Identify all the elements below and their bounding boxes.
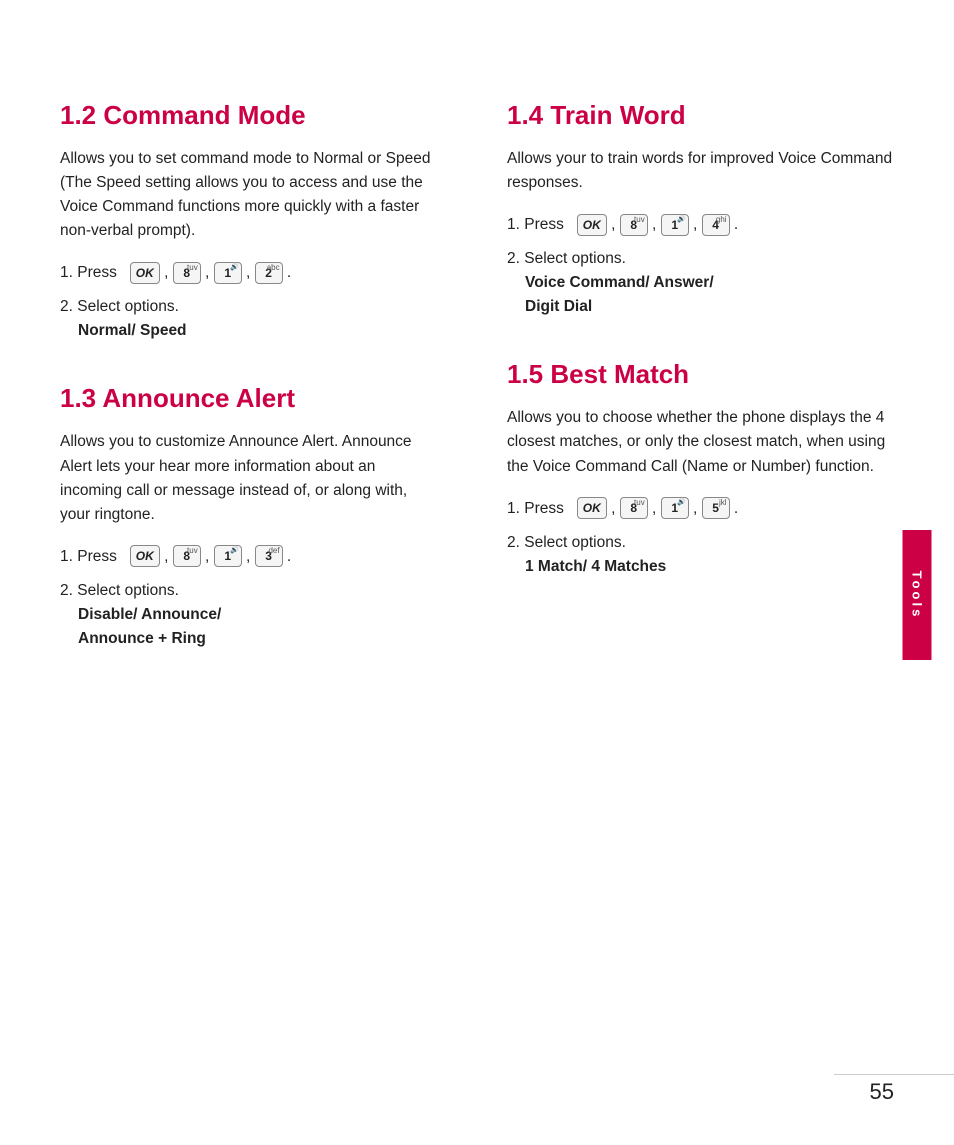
key-ok-12: OK [130,262,160,284]
section-1-4-step2: 2. Select options. Voice Command/ Answer… [507,247,894,319]
key-5-15: 5jkl [702,497,730,519]
section-1-3-step1: 1. Press OK , 8tuv , 1🔊 , 3def . [60,545,437,569]
section-1-5: 1.5 Best Match Allows you to choose whet… [507,359,894,578]
section-1-2-step2: 2. Select options. Normal/ Speed [60,295,437,343]
key-1-13: 1🔊 [214,545,242,567]
bottom-divider [834,1074,954,1076]
key-8-13: 8tuv [173,545,201,567]
section-1-2: 1.2 Command Mode Allows you to set comma… [60,100,437,343]
key-1-14: 1🔊 [661,214,689,236]
section-1-4-title: 1.4 Train Word [507,100,894,131]
section-1-4: 1.4 Train Word Allows your to train word… [507,100,894,319]
page: 1.2 Command Mode Allows you to set comma… [0,0,954,1145]
side-tab: Tools [903,530,932,660]
section-1-2-option: Normal/ Speed [78,319,437,343]
section-1-3-title: 1.3 Announce Alert [60,383,437,414]
step1-text-14: 1. Press [507,216,564,233]
content-grid: 1.2 Command Mode Allows you to set comma… [60,100,894,661]
section-1-4-option: Voice Command/ Answer/Digit Dial [525,271,894,319]
key-1-12: 1🔊 [214,262,242,284]
right-column: 1.4 Train Word Allows your to train word… [497,100,894,661]
section-1-5-title: 1.5 Best Match [507,359,894,390]
section-1-4-body: Allows your to train words for improved … [507,147,894,195]
page-number: 55 [870,1079,894,1105]
step1-text-15: 1. Press [507,500,564,517]
section-1-3: 1.3 Announce Alert Allows you to customi… [60,383,437,650]
key-ok-14: OK [577,214,607,236]
key-1-15: 1🔊 [661,497,689,519]
key-4-14: 4ghi [702,214,730,236]
section-1-3-step2: 2. Select options. Disable/ Announce/Ann… [60,579,437,651]
step1-text: 1. Press [60,264,117,281]
key-8-14: 8tuv [620,214,648,236]
section-1-4-step1: 1. Press OK , 8tuv , 1🔊 , 4ghi . [507,213,894,237]
section-1-3-option: Disable/ Announce/Announce + Ring [78,603,437,651]
section-1-3-body: Allows you to customize Announce Alert. … [60,430,437,526]
key-3-13: 3def [255,545,283,567]
section-1-5-step1: 1. Press OK , 8tuv , 1🔊 , 5jkl . [507,497,894,521]
key-2-12: 2abc [255,262,283,284]
section-1-2-body: Allows you to set command mode to Normal… [60,147,437,243]
key-ok-15: OK [577,497,607,519]
key-8-12: 8tuv [173,262,201,284]
section-1-2-step1: 1. Press OK , 8tuv , 1🔊 , 2abc . [60,261,437,285]
key-ok-13: OK [130,545,160,567]
section-1-2-title: 1.2 Command Mode [60,100,437,131]
section-1-5-step2: 2. Select options. 1 Match/ 4 Matches [507,531,894,579]
step1-text-13: 1. Press [60,548,117,565]
left-column: 1.2 Command Mode Allows you to set comma… [60,100,457,661]
key-8-15: 8tuv [620,497,648,519]
section-1-5-option: 1 Match/ 4 Matches [525,555,894,579]
section-1-5-body: Allows you to choose whether the phone d… [507,406,894,478]
